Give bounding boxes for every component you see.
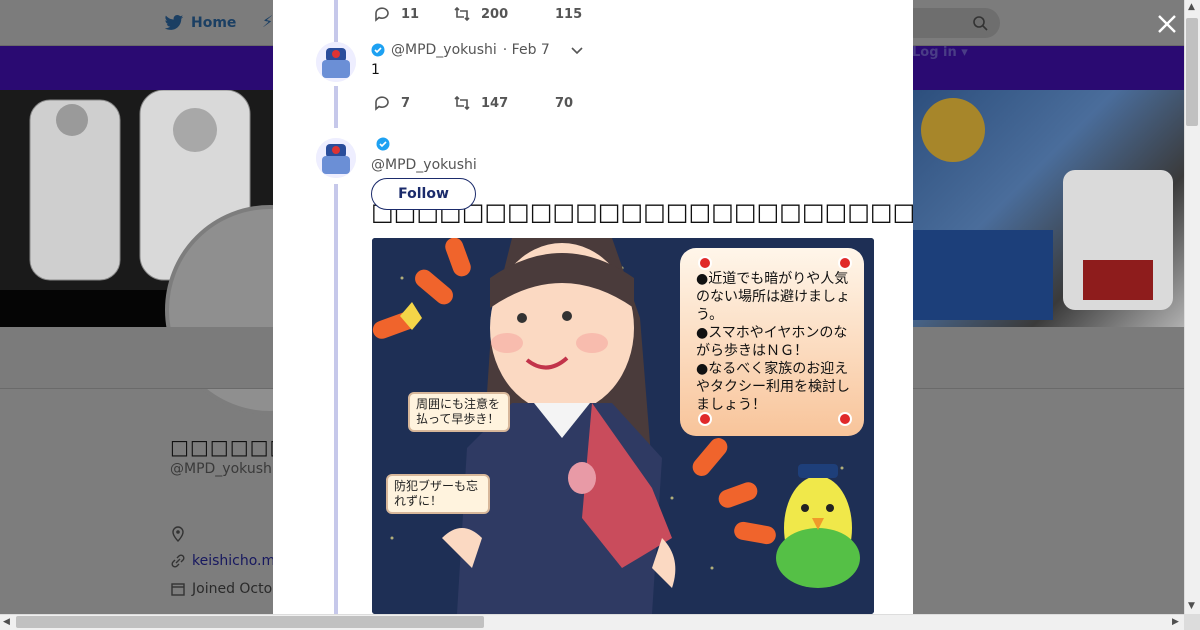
scroll-left-arrow-icon[interactable]: ◀: [3, 617, 10, 627]
tweet-image[interactable]: ●近道でも暗がりや人気のない場所は避けましょう。 ●スマホやイヤホンのながら歩き…: [372, 238, 874, 614]
banner-robot-illustration: [913, 90, 1184, 327]
tweet-handle[interactable]: @MPD_yokushi: [371, 157, 477, 173]
moments-icon[interactable]: ⚡: [262, 12, 273, 31]
tweet-avatar[interactable]: [316, 42, 356, 82]
reply-count: 11: [401, 6, 420, 22]
pin-icon: [698, 412, 712, 426]
profile-joined: Joined Octo: [170, 581, 272, 597]
location-pin-icon: [172, 526, 184, 542]
speech-bubble: 防犯ブザーも忘れずに！: [386, 474, 490, 514]
follow-button[interactable]: Follow: [371, 178, 476, 210]
scroll-down-arrow-icon[interactable]: ▼: [1188, 601, 1195, 611]
profile-location: [170, 526, 186, 542]
chevron-down-icon[interactable]: [570, 43, 584, 57]
crime-prevention-notice: ●近道でも暗がりや人気のない場所は避けましょう。 ●スマホやイヤホンのながら歩き…: [680, 248, 864, 436]
tweet-date[interactable]: · Feb 7: [503, 42, 550, 58]
retweet-count: 147: [481, 95, 509, 111]
horizontal-scrollbar-thumb[interactable]: [16, 616, 484, 628]
thread-line: [334, 0, 338, 42]
reply-button[interactable]: 7: [373, 94, 453, 112]
retweet-icon: [454, 95, 470, 111]
like-button[interactable]: 70: [555, 96, 573, 111]
pin-icon: [698, 256, 712, 270]
like-count: 70: [555, 95, 574, 111]
login-link[interactable]: Log in ▾: [912, 45, 968, 60]
reply-button[interactable]: 11: [373, 5, 453, 23]
retweet-button[interactable]: 147: [453, 94, 555, 112]
search-icon: [973, 16, 988, 31]
reply-icon: [375, 96, 389, 111]
scrollbar-corner: [1184, 614, 1200, 630]
thread-line: [334, 86, 338, 128]
retweet-button[interactable]: 200: [453, 5, 555, 23]
pin-icon: [838, 412, 852, 426]
retweet-count: 200: [481, 6, 509, 22]
twitter-bird-icon: [164, 15, 184, 30]
retweet-icon: [454, 6, 470, 22]
pin-icon: [838, 256, 852, 270]
nav-home[interactable]: Home: [163, 13, 236, 33]
reply-icon: [375, 7, 389, 22]
tweet-thread-modal: 11 200 115 @MPD_yokushi · Feb 7 1 7 147 …: [273, 0, 913, 614]
calendar-icon: [171, 583, 185, 596]
profile-website-link[interactable]: keishicho.m: [192, 553, 275, 569]
profile-joined-text: Joined Octo: [192, 581, 273, 597]
thread-line: [334, 184, 338, 614]
tweet-text: 1: [371, 62, 380, 78]
scroll-right-arrow-icon[interactable]: ▶: [1172, 617, 1179, 627]
close-icon[interactable]: [1155, 12, 1179, 36]
notice-line: ●なるべく家族のお迎えやタクシー利用を検討しましょう！: [696, 361, 850, 413]
notice-line: ●スマホやイヤホンのながら歩きはＮＧ！: [696, 325, 848, 359]
tweet-actions: 11 200 115: [373, 5, 582, 23]
nav-home-label: Home: [191, 15, 237, 31]
profile-website[interactable]: keishicho.m: [170, 553, 275, 569]
tweet-header: @MPD_yokushi · Feb 7: [371, 42, 584, 58]
profile-handle: @MPD_yokush: [170, 461, 272, 477]
link-icon: [171, 554, 185, 568]
notice-line: ●近道でも暗がりや人気のない場所は避けましょう。: [696, 271, 850, 323]
verified-badge-icon: [376, 137, 390, 151]
tweet-actions: 7 147 70: [373, 94, 573, 112]
tweet-handle[interactable]: @MPD_yokushi: [391, 42, 497, 58]
speech-bubble: 周囲にも注意を払って早歩き！: [408, 392, 510, 432]
login-label: Log in: [912, 45, 957, 60]
vertical-scrollbar-thumb[interactable]: [1186, 18, 1198, 126]
search-box[interactable]: [900, 8, 1000, 38]
scroll-up-arrow-icon[interactable]: ▲: [1188, 2, 1195, 12]
like-count: 115: [555, 6, 583, 22]
tweet-avatar[interactable]: [316, 138, 356, 178]
like-button[interactable]: 115: [555, 7, 582, 22]
verified-badge-icon: [371, 43, 385, 57]
reply-count: 7: [401, 95, 411, 111]
